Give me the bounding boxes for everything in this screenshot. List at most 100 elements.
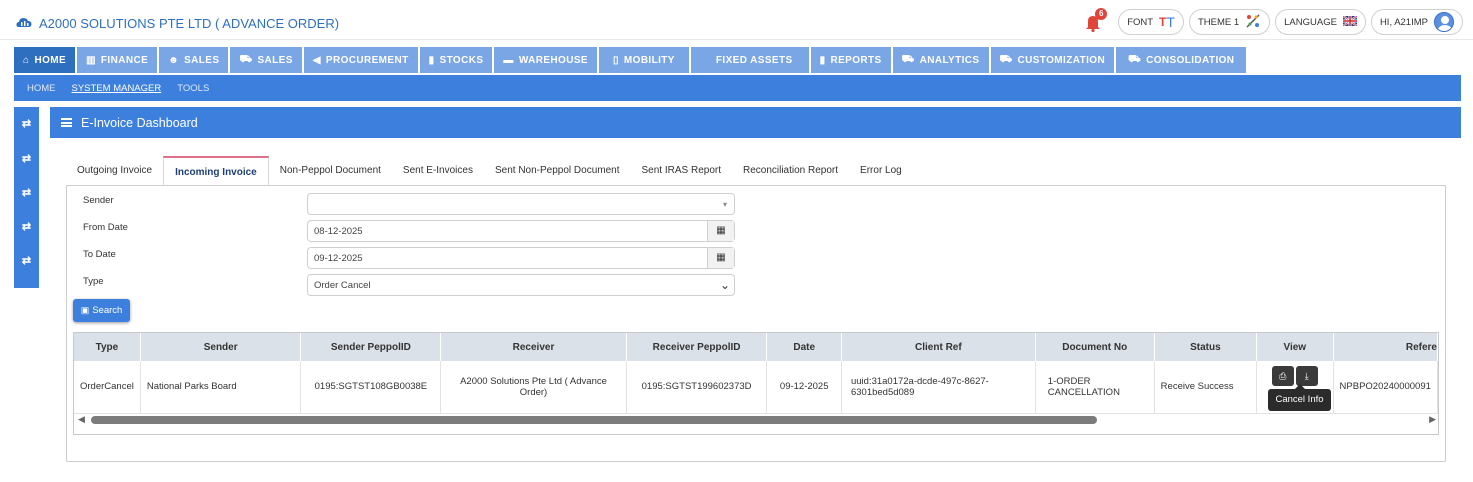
palette-icon xyxy=(1245,13,1261,32)
menu-sales-users[interactable]: ☻ SALES xyxy=(159,47,229,73)
user-greeting: HI, A21IMP xyxy=(1379,16,1428,28)
chevron-down-icon: ⌄ xyxy=(719,278,730,292)
menu-home[interactable]: ⌂ HOME xyxy=(14,47,76,73)
cloud-icon xyxy=(16,15,32,32)
avatar xyxy=(1434,12,1454,32)
menu-reports[interactable]: ▮ REPORTS xyxy=(810,47,891,73)
swap-icon[interactable]: ⇄ xyxy=(14,186,39,199)
swap-icon[interactable]: ⇄ xyxy=(14,254,39,267)
font-button[interactable]: FONT TT xyxy=(1118,9,1184,35)
col-receiver[interactable]: Receiver xyxy=(440,333,627,361)
swap-icon[interactable]: ⇄ xyxy=(14,152,39,165)
submenu-tools[interactable]: TOOLS xyxy=(177,83,209,94)
scroll-thumb[interactable] xyxy=(91,416,1097,424)
cart-icon: ⛟ xyxy=(901,53,915,65)
col-document-no[interactable]: Document No xyxy=(1035,333,1155,361)
home-icon: ⌂ xyxy=(23,54,30,66)
tab-sent-e-invoices[interactable]: Sent E-Invoices xyxy=(392,156,484,186)
cell-document-no: 1-ORDER CANCELLATION xyxy=(1035,361,1155,414)
sender-label: Sender xyxy=(83,195,114,206)
theme-button[interactable]: THEME 1 xyxy=(1188,9,1271,35)
download-icon[interactable]: ⤓ xyxy=(1295,366,1318,386)
sender-select[interactable]: ▾ xyxy=(307,193,735,215)
tab-reconciliation-report[interactable]: Reconciliation Report xyxy=(732,156,849,186)
tab-outgoing-invoice[interactable]: Outgoing Invoice xyxy=(66,156,163,186)
bank-icon: ▥ xyxy=(86,54,96,66)
calendar-icon[interactable]: ▦ xyxy=(707,221,734,241)
save-icon: ▣ xyxy=(80,305,90,315)
to-date-field[interactable]: 09-12-2025 ▦ xyxy=(307,247,735,269)
tab-incoming-invoice[interactable]: Incoming Invoice xyxy=(163,156,269,186)
mobile-icon: ▯ xyxy=(613,54,619,66)
bar-chart-icon: ▮ xyxy=(819,54,826,66)
theme-label: THEME 1 xyxy=(1197,16,1240,28)
menu-fixed-assets[interactable]: FIXED ASSETS xyxy=(690,47,809,73)
col-sender-peppolid[interactable]: Sender PeppolID xyxy=(300,333,442,361)
bullhorn-icon: ◀ xyxy=(312,54,321,66)
invoice-table: Type Sender Sender PeppolID Receiver Rec… xyxy=(73,332,1439,435)
cart-icon: ⛟ xyxy=(999,53,1013,65)
cart-icon: ⛟ xyxy=(1128,53,1142,65)
notification-bell-icon[interactable]: 6 xyxy=(1083,8,1108,33)
sub-menu: HOME SYSTEM MANAGER TOOLS xyxy=(14,75,1461,101)
cell-receiver: A2000 Solutions Pte Ltd ( Advance Order) xyxy=(440,361,627,414)
tab-non-peppol-document[interactable]: Non-Peppol Document xyxy=(269,156,392,186)
horizontal-scrollbar[interactable]: ◀ ▶ xyxy=(74,414,1438,426)
menu-stocks[interactable]: ▮ STOCKS xyxy=(419,47,493,73)
col-sender[interactable]: Sender xyxy=(140,333,302,361)
tab-sent-non-peppol-document[interactable]: Sent Non-Peppol Document xyxy=(484,156,631,186)
swap-icon[interactable]: ⇄ xyxy=(14,220,39,233)
menu-analytics[interactable]: ⛟ ANALYTICS xyxy=(892,47,989,73)
cell-receiver-peppolid: 0195:SGTST199602373D xyxy=(626,361,768,414)
col-date[interactable]: Date xyxy=(766,333,842,361)
calendar-icon[interactable]: ▦ xyxy=(707,248,734,268)
tab-bar: Outgoing Invoice Incoming Invoice Non-Pe… xyxy=(66,156,913,186)
type-label: Type xyxy=(83,276,104,287)
cell-date: 09-12-2025 xyxy=(766,361,842,414)
menu-customization[interactable]: ⛟ CUSTOMIZATION xyxy=(990,47,1115,73)
module-menu: ⌂ HOME ▥ FINANCE ☻ SALES ⛟ SALES ◀ PROCUREMEN… xyxy=(14,47,1247,73)
font-size-icon: T xyxy=(1159,15,1167,29)
menu-consolidation[interactable]: ⛟ CONSOLIDATION xyxy=(1116,47,1247,73)
col-status[interactable]: Status xyxy=(1154,333,1258,361)
table-row[interactable]: OrderCancel National Parks Board 0195:SG… xyxy=(74,361,1438,414)
cell-type: OrderCancel xyxy=(74,361,141,414)
user-menu-button[interactable]: HI, A21IMP xyxy=(1370,9,1463,35)
col-receiver-peppolid[interactable]: Receiver PeppolID xyxy=(626,333,768,361)
cart-icon: ⛟ xyxy=(239,53,253,65)
menu-mobility[interactable]: ▯ MOBILITY xyxy=(599,47,689,73)
col-view[interactable]: View xyxy=(1256,333,1334,361)
bar-chart-icon: ▮ xyxy=(428,54,435,66)
col-type[interactable]: Type xyxy=(74,333,141,361)
swap-icon[interactable]: ⇄ xyxy=(14,117,39,130)
hamburger-icon[interactable] xyxy=(61,118,72,127)
from-date-label: From Date xyxy=(83,222,128,233)
language-label: LANGUAGE xyxy=(1284,16,1337,28)
col-reference[interactable]: Refere xyxy=(1333,333,1438,361)
cell-client-ref: uuid:31a0172a-dcde-497c-8627-6301bed5d08… xyxy=(841,361,1036,414)
submenu-home[interactable]: HOME xyxy=(27,83,56,94)
company-brand[interactable]: A2000 SOLUTIONS PTE LTD ( ADVANCE ORDER) xyxy=(16,15,339,32)
menu-sales-cart[interactable]: ⛟ SALES xyxy=(230,47,302,73)
submenu-system-manager[interactable]: SYSTEM MANAGER xyxy=(72,83,162,94)
type-select[interactable]: Order Cancel ⌄ xyxy=(307,274,735,296)
cell-status: Receive Success xyxy=(1154,361,1258,414)
company-name: A2000 SOLUTIONS PTE LTD ( ADVANCE ORDER) xyxy=(39,16,340,31)
menu-warehouse[interactable]: ▬ WAREHOUSE xyxy=(494,47,597,73)
panel-header: E-Invoice Dashboard xyxy=(50,107,1461,138)
from-date-field[interactable]: 08-12-2025 ▦ xyxy=(307,220,735,242)
cell-sender: National Parks Board xyxy=(140,361,302,414)
scroll-right-icon[interactable]: ▶ xyxy=(1429,414,1436,425)
scroll-left-icon[interactable]: ◀ xyxy=(78,414,85,425)
menu-procurement[interactable]: ◀ PROCUREMENT xyxy=(303,47,418,73)
page-title: E-Invoice Dashboard xyxy=(81,115,198,130)
menu-finance[interactable]: ▥ FINANCE xyxy=(77,47,158,73)
tab-error-log[interactable]: Error Log xyxy=(849,156,913,186)
search-button[interactable]: ▣ Search xyxy=(73,299,130,322)
language-button[interactable]: LANGUAGE xyxy=(1275,9,1366,35)
table-header-row: Type Sender Sender PeppolID Receiver Rec… xyxy=(74,333,1438,361)
print-icon[interactable]: ⎙ xyxy=(1271,366,1294,386)
col-client-ref[interactable]: Client Ref xyxy=(841,333,1036,361)
font-size-icon-2: T xyxy=(1166,14,1175,30)
tab-sent-iras-report[interactable]: Sent IRAS Report xyxy=(631,156,732,186)
